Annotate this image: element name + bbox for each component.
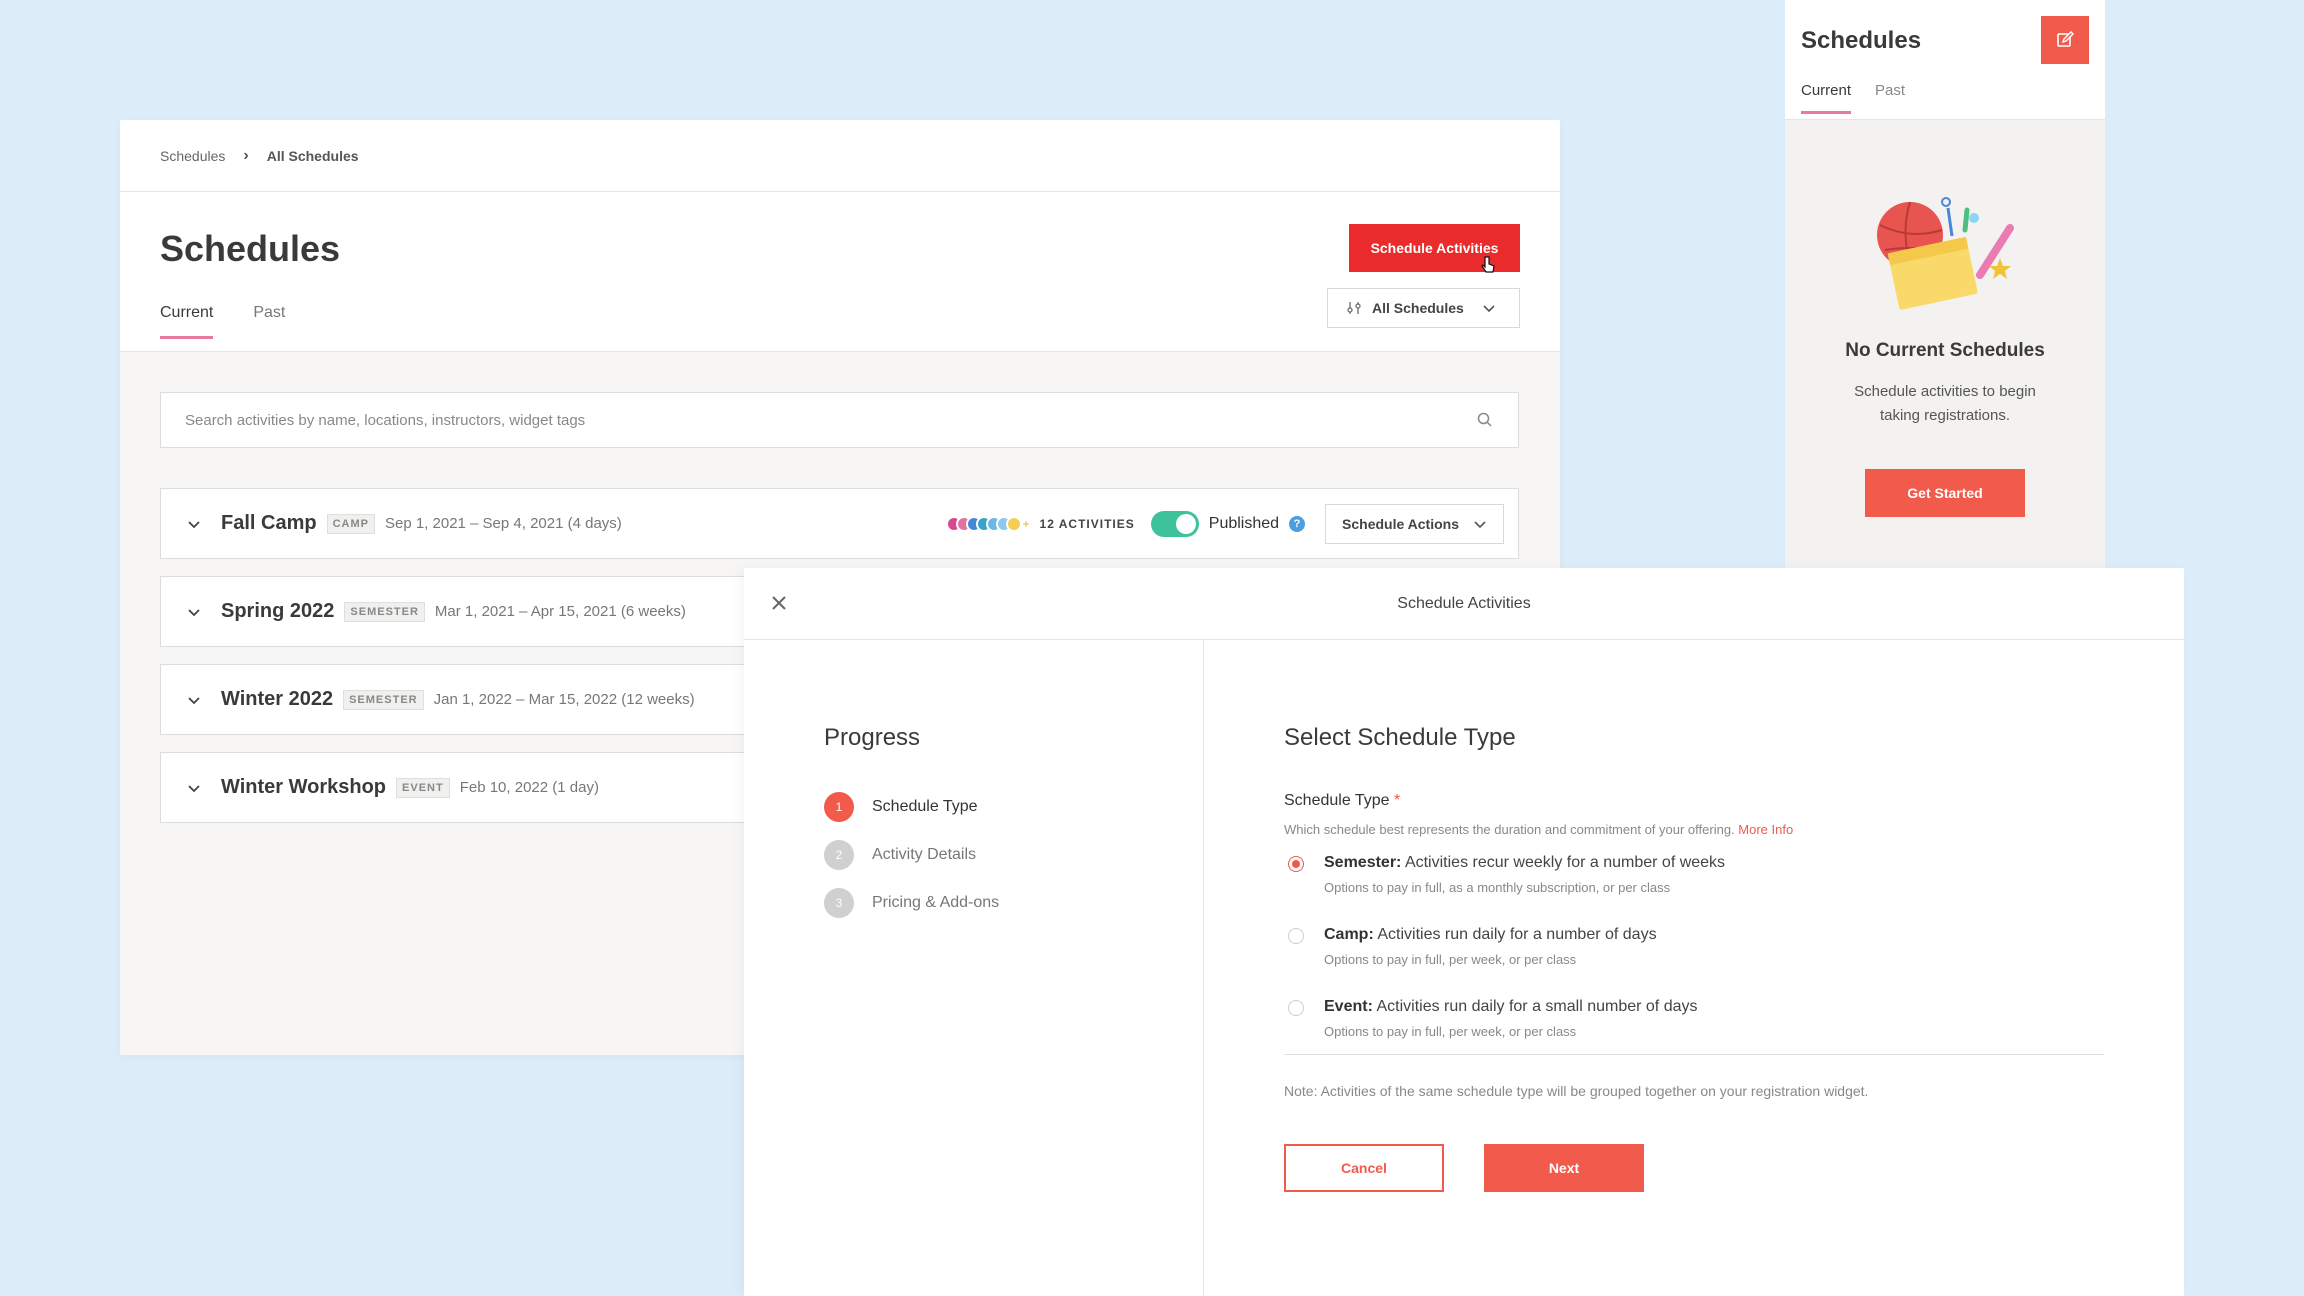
schedule-dates: Feb 10, 2022 (1 day) [459, 779, 599, 796]
schedule-dates: Sep 1, 2021 – Sep 4, 2021 (4 days) [384, 515, 622, 532]
option-camp[interactable]: Camp: Activities run daily for a number … [1288, 926, 1657, 967]
breadcrumb-current: All Schedules [266, 147, 359, 164]
schedule-tabs: Current Past [160, 304, 285, 339]
schedule-row-controls: + 12 ACTIVITIES Published ? Schedule Act… [945, 503, 1504, 544]
schedule-type-note: Note: Activities of the same schedule ty… [1284, 1083, 1869, 1099]
step-pricing-addons[interactable]: 3 Pricing & Add-ons [824, 888, 999, 918]
option-name: Semester: [1324, 854, 1402, 871]
all-schedules-filter[interactable]: All Schedules [1327, 288, 1520, 328]
step-number: 1 [824, 792, 854, 822]
activity-dot-more: + [1022, 516, 1030, 531]
mobile-tab-past[interactable]: Past [1875, 82, 1905, 114]
step-schedule-type[interactable]: 1 Schedule Type [824, 792, 978, 822]
chevron-down-icon [1483, 305, 1495, 313]
breadcrumb: Schedules › All Schedules [120, 120, 1560, 192]
radio-event[interactable] [1288, 1000, 1304, 1016]
get-started-button[interactable]: Get Started [1865, 469, 2025, 517]
expand-chevron-icon[interactable] [185, 603, 203, 621]
step-label: Schedule Type [872, 798, 978, 815]
help-icon[interactable]: ? [1289, 515, 1306, 532]
cancel-button[interactable]: Cancel [1284, 1144, 1444, 1192]
option-sub: Options to pay in full, per week, or per… [1324, 952, 1577, 967]
search-icon[interactable] [1476, 411, 1494, 429]
step-number: 2 [824, 840, 854, 870]
schedule-dates: Jan 1, 2022 – Mar 15, 2022 (12 weeks) [433, 691, 695, 708]
option-desc: Activities run daily for a number of day… [1377, 926, 1657, 943]
edit-button[interactable] [2041, 16, 2089, 64]
mobile-title: Schedules [1801, 27, 1922, 54]
field-label: Schedule Type [1284, 792, 1390, 809]
schedule-name: Winter 2022 [221, 688, 334, 710]
option-desc: Activities recur weekly for a number of … [1404, 854, 1726, 871]
breadcrumb-schedules-link[interactable]: Schedules [160, 148, 225, 164]
activity-dot [1005, 515, 1022, 532]
more-info-link[interactable]: More Info [1738, 822, 1793, 837]
tab-current[interactable]: Current [160, 304, 214, 339]
publish-status: Published [1208, 514, 1280, 532]
option-desc: Activities run daily for a small number … [1376, 998, 1698, 1015]
empty-state-title: No Current Schedules [1845, 340, 2045, 361]
expand-chevron-icon[interactable] [185, 515, 203, 533]
expand-chevron-icon[interactable] [185, 779, 203, 797]
schedule-name: Winter Workshop [221, 776, 387, 798]
progress-panel: Progress 1 Schedule Type 2 Activity Deta… [744, 640, 1204, 1296]
schedule-dates: Mar 1, 2021 – Apr 15, 2021 (6 weeks) [434, 603, 686, 620]
option-sub: Options to pay in full, per week, or per… [1324, 1024, 1577, 1039]
section-title: Select Schedule Type [1284, 724, 1516, 751]
search-placeholder: Search activities by name, locations, in… [185, 411, 586, 429]
pointer-cursor-icon [1481, 256, 1495, 279]
option-semester[interactable]: Semester: Activities recur weekly for a … [1288, 854, 1725, 895]
search-input[interactable]: Search activities by name, locations, in… [160, 392, 1519, 448]
chevron-down-icon [1474, 520, 1486, 528]
schedule-name: Spring 2022 [221, 600, 335, 622]
radio-semester[interactable] [1288, 856, 1304, 872]
step-label: Activity Details [872, 846, 977, 863]
step-number: 3 [824, 888, 854, 918]
schedule-type-tag: SEMESTER [343, 689, 424, 710]
schedule-actions-label: Schedule Actions [1342, 515, 1459, 532]
option-sub: Options to pay in full, as a monthly sub… [1324, 880, 1671, 895]
step-activity-details[interactable]: 2 Activity Details [824, 840, 976, 870]
page-title: Schedules [160, 228, 341, 269]
tab-past[interactable]: Past [253, 304, 285, 339]
schedule-row-fall-camp[interactable]: Fall Camp CAMP Sep 1, 2021 – Sep 4, 2021… [160, 488, 1519, 559]
schedule-actions-dropdown[interactable]: Schedule Actions [1325, 503, 1504, 544]
close-icon[interactable] [768, 592, 790, 614]
help-text: Which schedule best represents the durat… [1284, 822, 1735, 837]
mobile-tab-current[interactable]: Current [1801, 82, 1852, 114]
mobile-header: Schedules Current Past [1785, 0, 2105, 120]
schedule-type-tag: CAMP [326, 513, 375, 534]
schedule-type-tag: EVENT [396, 777, 450, 798]
publish-toggle[interactable] [1150, 510, 1199, 537]
option-name: Camp: [1324, 926, 1374, 943]
required-mark: * [1394, 792, 1401, 809]
mobile-schedules-panel: Schedules Current Past No Current Schedu… [1785, 0, 2105, 570]
expand-chevron-icon[interactable] [185, 691, 203, 709]
option-event[interactable]: Event: Activities run daily for a small … [1288, 998, 1697, 1039]
breadcrumb-separator-icon: › [243, 146, 249, 164]
modal-title: Schedule Activities [1397, 594, 1531, 612]
option-name: Event: [1324, 998, 1373, 1015]
page-header: Schedules Current Past Schedule Activiti… [120, 192, 1560, 352]
divider [1284, 1054, 2104, 1055]
schedule-activities-modal: Schedule Activities Progress 1 Schedule … [744, 568, 2184, 1296]
next-button[interactable]: Next [1484, 1144, 1644, 1192]
mobile-tabs: Current Past [1801, 82, 1905, 114]
activity-avatars: + [945, 515, 1030, 532]
progress-title: Progress [824, 724, 921, 751]
edit-icon [2057, 31, 2074, 47]
step-label: Pricing & Add-ons [872, 894, 1000, 911]
activities-count[interactable]: 12 ACTIVITIES [1040, 517, 1135, 531]
filter-sliders-icon [1347, 302, 1361, 314]
filter-label: All Schedules [1372, 300, 1464, 316]
schedule-type-help: Which schedule best represents the durat… [1284, 822, 1793, 837]
empty-state-description: Schedule activities to begin taking regi… [1854, 383, 2036, 424]
schedule-name: Fall Camp [221, 512, 317, 534]
schedule-type-tag: SEMESTER [344, 601, 425, 622]
modal-header: Schedule Activities [744, 568, 2184, 640]
empty-state-illustration [1877, 197, 2014, 310]
radio-camp[interactable] [1288, 928, 1304, 944]
schedule-type-label: Schedule Type * [1284, 792, 1400, 810]
